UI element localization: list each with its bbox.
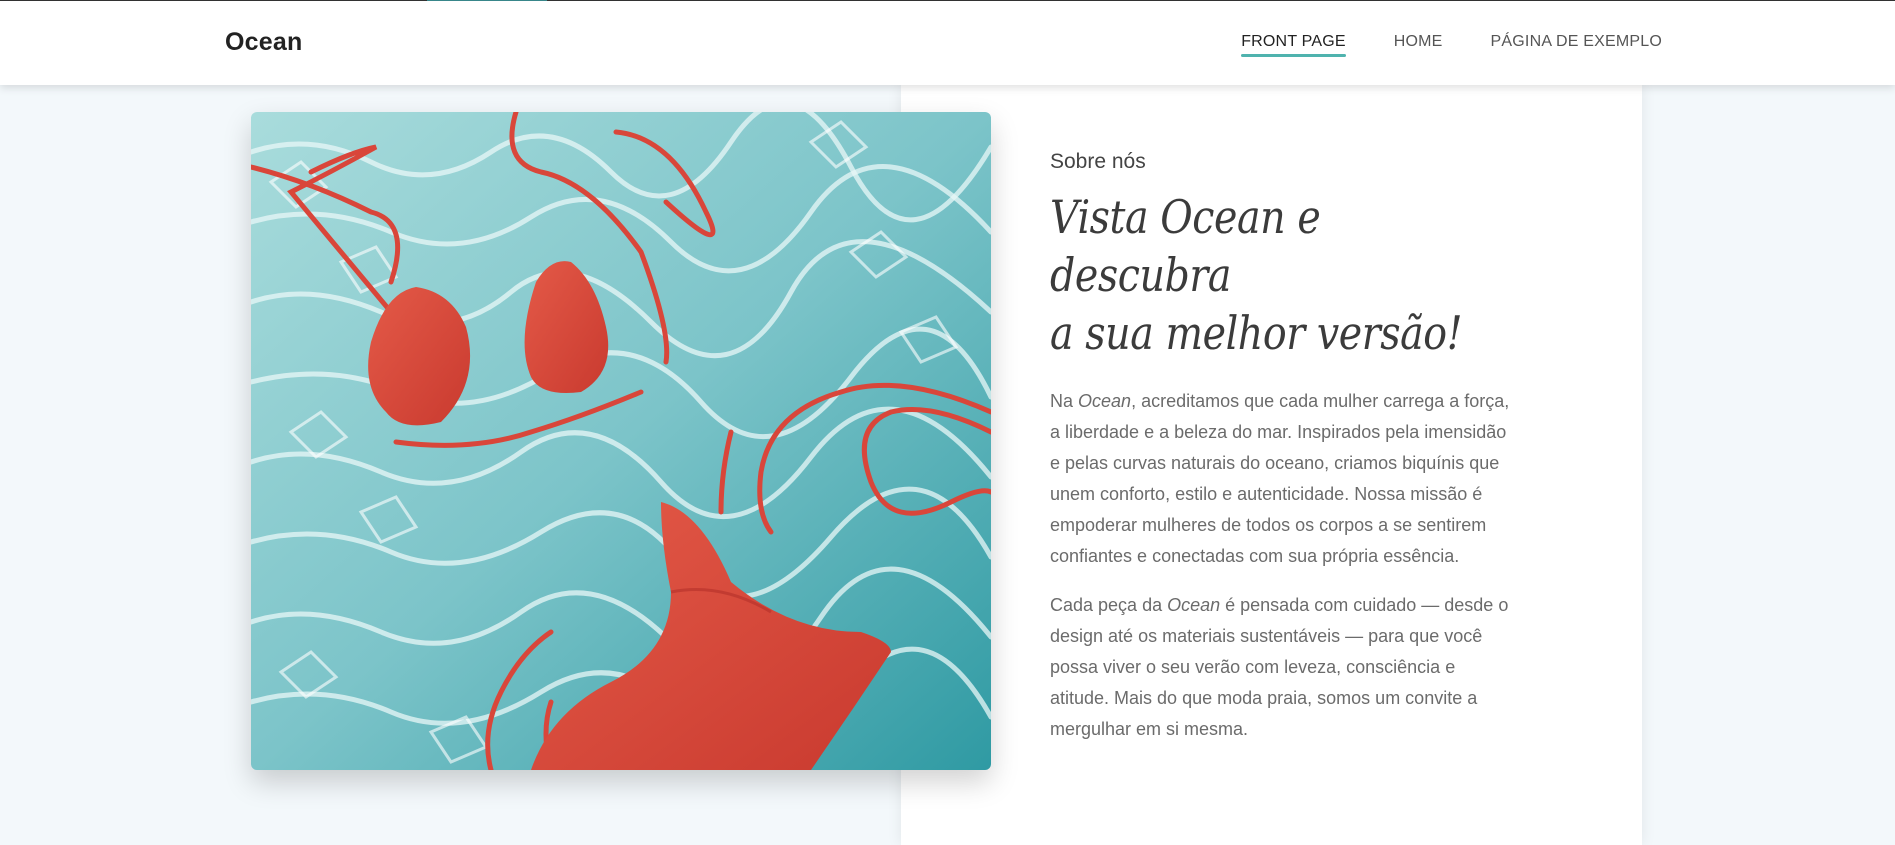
about-section: Sobre nós Vista Ocean e descubra a sua m… <box>1050 150 1510 763</box>
para2-prefix: Cada peça da <box>1050 595 1168 615</box>
para1-text: , acreditamos que cada mulher carrega a … <box>1050 391 1510 566</box>
main-nav: FRONT PAGE HOME PÁGINA DE EXEMPLO <box>1241 33 1662 57</box>
nav-item-home[interactable]: HOME <box>1394 33 1443 57</box>
about-paragraph-1: Na Ocean, acreditamos que cada mulher ca… <box>1050 386 1510 572</box>
nav-item-front-page[interactable]: FRONT PAGE <box>1241 33 1346 57</box>
bikini-in-pool-photo-icon <box>251 112 991 770</box>
about-paragraph-2: Cada peça da Ocean é pensada com cuidado… <box>1050 590 1510 745</box>
nav-item-pagina-de-exemplo[interactable]: PÁGINA DE EXEMPLO <box>1491 33 1662 57</box>
section-eyebrow: Sobre nós <box>1050 150 1146 173</box>
para2-brand: Ocean <box>1167 595 1221 615</box>
brand-logo[interactable]: Ocean <box>225 28 302 57</box>
site-header: Ocean FRONT PAGE HOME PÁGINA DE EXEMPLO <box>0 1 1895 85</box>
bikini-photo <box>251 112 991 770</box>
para2-text: é pensada com cuidado — desde o design a… <box>1050 595 1509 739</box>
headline-line-1: Vista Ocean e descubra <box>1050 190 1321 302</box>
headline-line-2: a sua melhor versão! <box>1050 306 1463 360</box>
about-headline: Vista Ocean e descubra a sua melhor vers… <box>1050 188 1497 362</box>
para1-brand: Ocean <box>1078 391 1132 411</box>
para1-prefix: Na <box>1050 391 1079 411</box>
